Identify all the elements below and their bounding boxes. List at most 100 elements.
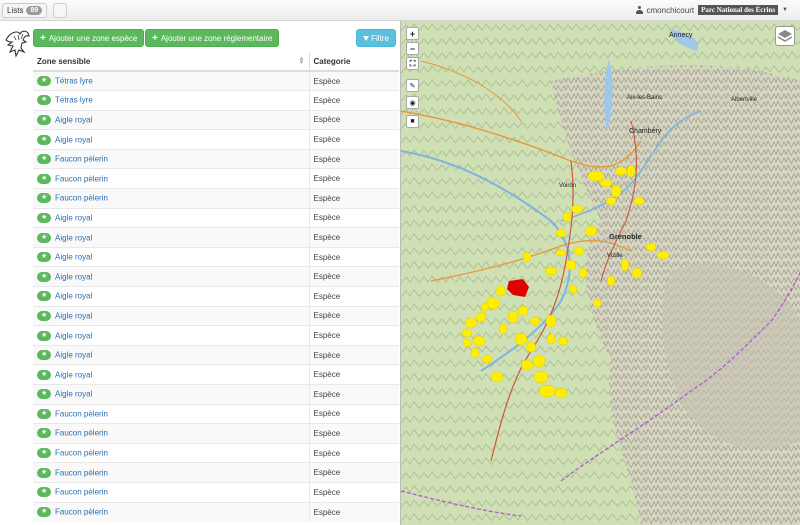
star-icon[interactable] (37, 252, 51, 263)
zone-link[interactable]: Aigle royal (55, 213, 92, 222)
lists-button[interactable]: Lists 89 (2, 3, 48, 18)
zoom-in-button[interactable]: + (406, 27, 419, 40)
star-icon[interactable] (37, 114, 51, 125)
zone-link[interactable]: Aigle royal (55, 370, 92, 379)
zone-link[interactable]: Faucon pèlerin (55, 449, 108, 458)
sensitive-zone (592, 298, 602, 308)
star-icon[interactable] (37, 428, 51, 439)
table-row[interactable]: Aigle royal Espèce (33, 129, 399, 150)
zone-link[interactable]: Faucon pèlerin (55, 488, 108, 497)
table-row[interactable]: Tétras lyre Espèce (33, 90, 399, 111)
table-row[interactable]: Tétras lyre Espèce (33, 70, 399, 91)
star-icon[interactable] (37, 212, 51, 223)
table-row[interactable]: Aigle royal Espèce (33, 364, 399, 385)
table-row[interactable]: Aigle royal Espèce (33, 325, 399, 346)
add-regulated-zone-button[interactable]: + Ajouter une zone réglementaire (145, 29, 280, 47)
zone-link[interactable]: Aigle royal (55, 135, 92, 144)
star-icon[interactable] (37, 76, 51, 87)
column-header-category[interactable]: Categorie (309, 52, 399, 72)
table-row[interactable]: Aigle royal Espèce (33, 305, 399, 326)
star-icon[interactable] (37, 448, 51, 459)
sensitive-zone (584, 225, 598, 237)
filter-button[interactable]: Filtre (356, 29, 396, 47)
map-label-annecy: Annecy (669, 32, 693, 39)
zone-link[interactable]: Faucon pèlerin (55, 155, 108, 164)
lists-dropdown-button[interactable] (53, 3, 67, 18)
table-row[interactable]: Aigle royal Espèce (33, 286, 399, 307)
table-row[interactable]: Aigle royal Espèce (33, 207, 399, 228)
zone-link[interactable]: Faucon pèlerin (55, 409, 108, 418)
star-icon[interactable] (37, 232, 51, 243)
map-view[interactable]: Annecy Chambéry Grenoble Voiron Vizille … (400, 21, 800, 525)
fullscreen-icon[interactable]: ⛶ (406, 57, 419, 70)
zone-link[interactable]: Faucon pèlerin (55, 468, 108, 477)
sensitive-zone (533, 370, 549, 384)
star-icon[interactable] (37, 173, 51, 184)
star-icon[interactable] (37, 95, 51, 106)
star-icon[interactable] (37, 154, 51, 165)
user-menu[interactable]: cmonchicourt Parc National des Écrins ▼ (635, 5, 788, 15)
column-header-zone[interactable]: Zone sensible ▲ ▼ (33, 52, 310, 72)
zone-link[interactable]: Tétras lyre (55, 96, 93, 105)
zone-link[interactable]: Faucon pèlerin (55, 174, 108, 183)
zone-link[interactable]: Faucon pèlerin (55, 194, 108, 203)
zone-link[interactable]: Aigle royal (55, 272, 92, 281)
map-canvas[interactable]: Annecy Chambéry Grenoble Voiron Vizille … (401, 21, 800, 525)
zone-link[interactable]: Aigle royal (55, 351, 92, 360)
table-row[interactable]: Faucon pèlerin Espèce (33, 481, 399, 503)
star-icon[interactable] (37, 271, 51, 282)
table-row[interactable]: Aigle royal Espèce (33, 344, 399, 365)
zone-link[interactable]: Aigle royal (55, 390, 92, 399)
star-icon[interactable] (37, 193, 51, 204)
zone-link[interactable]: Aigle royal (55, 253, 92, 262)
sensitive-zone (645, 242, 657, 252)
layers-icon[interactable] (775, 26, 795, 46)
star-icon[interactable] (37, 330, 51, 341)
star-icon[interactable] (37, 408, 51, 419)
table-row[interactable]: Faucon pèlerin Espèce (33, 188, 399, 209)
table-row[interactable]: Faucon pèlerin Espèce (33, 403, 399, 424)
star-icon[interactable] (37, 369, 51, 380)
zone-link[interactable]: Tétras lyre (55, 77, 93, 86)
table-row[interactable]: Aigle royal Espèce (33, 246, 399, 267)
star-icon[interactable] (37, 310, 51, 321)
zone-link[interactable]: Aigle royal (55, 331, 92, 340)
zone-link[interactable]: Faucon pèlerin (55, 508, 108, 517)
table-row[interactable]: Faucon pèlerin Espèce (33, 148, 399, 169)
star-icon[interactable] (37, 389, 51, 400)
sensitive-zone (557, 336, 569, 346)
table-row[interactable]: Faucon pèlerin Espèce (33, 423, 399, 444)
sensitive-zone (610, 184, 622, 198)
table-row[interactable]: Aigle royal Espèce (33, 266, 399, 287)
category-cell: Espèce (309, 501, 399, 522)
table-row[interactable]: Aigle royal Espèce (33, 109, 399, 130)
sensitive-zone (546, 333, 556, 345)
star-icon[interactable] (37, 467, 51, 478)
star-icon[interactable] (37, 134, 51, 145)
zone-link[interactable]: Faucon pèlerin (55, 429, 108, 438)
add-species-zone-button[interactable]: + Ajouter une zone espèce (33, 29, 145, 47)
zone-link[interactable]: Aigle royal (55, 115, 92, 124)
table-row[interactable]: Faucon pèlerin Espèce (33, 442, 399, 463)
zone-cell: Faucon pèlerin (33, 501, 310, 522)
category-cell: Espèce (309, 109, 399, 130)
camera-icon[interactable]: ◉ (406, 96, 419, 109)
plus-icon: + (152, 32, 158, 44)
square-draw-icon[interactable]: ■ (406, 115, 419, 128)
star-icon[interactable] (37, 350, 51, 361)
table-row[interactable]: Aigle royal Espèce (33, 227, 399, 248)
star-icon[interactable] (37, 487, 51, 498)
table-row[interactable]: Aigle royal Espèce (33, 384, 399, 405)
table-row[interactable]: Faucon pèlerin Espèce (33, 168, 399, 189)
add-regulated-zone-label: Ajouter une zone réglementaire (160, 33, 273, 43)
measure-icon[interactable]: ✎ (406, 79, 419, 92)
star-icon[interactable] (37, 291, 51, 302)
zone-link[interactable]: Aigle royal (55, 311, 92, 320)
zoom-out-button[interactable]: − (406, 42, 419, 55)
star-icon[interactable] (37, 507, 51, 518)
table-row[interactable]: Faucon pèlerin Espèce (33, 462, 399, 483)
zone-link[interactable]: Aigle royal (55, 292, 92, 301)
category-cell: Espèce (309, 403, 399, 424)
table-row[interactable]: Faucon pèlerin Espèce (33, 501, 399, 522)
zone-link[interactable]: Aigle royal (55, 233, 92, 242)
